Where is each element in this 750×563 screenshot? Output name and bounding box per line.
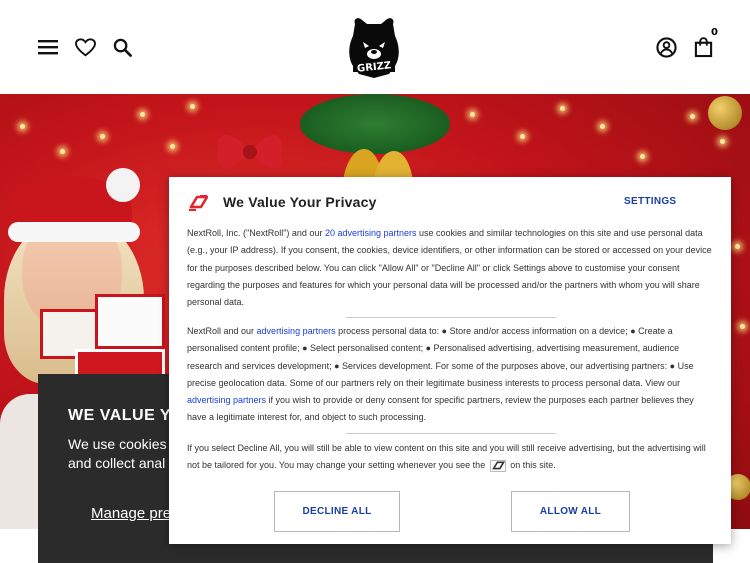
cookie-banner-text: We use cookies and collect anal bbox=[68, 436, 167, 471]
santa-hat-pom bbox=[106, 168, 140, 202]
decline-all-button[interactable]: DECLINE ALL bbox=[274, 491, 400, 532]
heart-icon[interactable] bbox=[74, 36, 96, 58]
advertising-partners-link[interactable]: 20 advertising partners bbox=[325, 228, 417, 238]
cart-count-badge: 0 bbox=[711, 27, 718, 38]
cookie-banner-title: WE VALUE YO bbox=[68, 407, 185, 424]
nextroll-logo-icon bbox=[189, 195, 208, 211]
grizz-logo[interactable]: GRIZZ bbox=[345, 16, 403, 79]
gift-box bbox=[75, 349, 165, 377]
consent-paragraph-intro: NextRoll, Inc. ("NextRoll") and our 20 a… bbox=[187, 228, 712, 308]
allow-all-button[interactable]: ALLOW ALL bbox=[511, 491, 630, 532]
consent-settings-icon[interactable] bbox=[489, 459, 506, 472]
advertising-partners-link[interactable]: advertising partners bbox=[257, 326, 336, 336]
page-background bbox=[0, 529, 38, 563]
advertising-partners-link[interactable]: advertising partners bbox=[187, 395, 266, 405]
divider bbox=[346, 433, 556, 434]
user-circle-icon[interactable] bbox=[655, 36, 677, 58]
manage-preferences-link[interactable]: Manage pref bbox=[91, 505, 175, 522]
divider bbox=[346, 317, 556, 318]
modal-title: We Value Your Privacy bbox=[223, 194, 377, 210]
santa-hat-fur bbox=[8, 222, 140, 242]
shopping-bag-icon[interactable] bbox=[692, 36, 714, 58]
menu-icon[interactable] bbox=[37, 36, 59, 58]
consent-paragraph-decline: If you select Decline All, you will stil… bbox=[187, 443, 706, 472]
search-icon[interactable] bbox=[111, 36, 133, 58]
privacy-consent-modal: We Value Your Privacy SETTINGS NextRoll,… bbox=[169, 177, 731, 544]
site-header: GRIZZ 0 bbox=[0, 0, 750, 94]
settings-button[interactable]: SETTINGS bbox=[624, 196, 676, 207]
bow-decoration bbox=[217, 135, 283, 169]
consent-paragraph-purposes: NextRoll and our advertising partners pr… bbox=[187, 326, 694, 423]
gift-box bbox=[95, 294, 165, 349]
